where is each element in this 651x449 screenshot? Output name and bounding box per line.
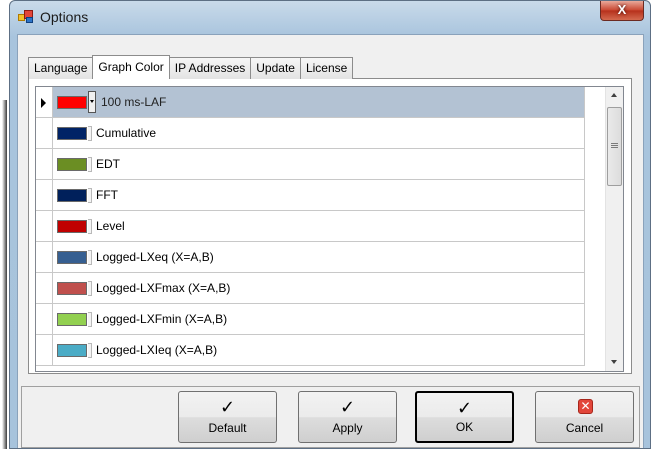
color-swatch[interactable] bbox=[57, 127, 87, 140]
tab-language[interactable]: Language bbox=[28, 57, 94, 79]
grid-row[interactable]: Logged-LXFmax (X=A,B) bbox=[36, 273, 605, 304]
app-icon bbox=[18, 10, 34, 24]
color-swatch[interactable] bbox=[57, 96, 87, 109]
row-label: FFT bbox=[96, 188, 118, 202]
color-dropdown-button[interactable] bbox=[88, 126, 92, 141]
current-row-arrow-icon bbox=[41, 98, 46, 108]
apply-button-label: Apply bbox=[332, 421, 363, 435]
color-swatch[interactable] bbox=[57, 282, 87, 295]
color-swatch[interactable] bbox=[57, 344, 87, 357]
default-button[interactable]: ✓ Default bbox=[178, 391, 277, 443]
grid-row[interactable]: EDT bbox=[36, 149, 605, 180]
tab-license[interactable]: License bbox=[299, 57, 354, 79]
row-header[interactable] bbox=[36, 335, 53, 366]
grid-rows: 100 ms-LAF Cumulative EDT FFT Level Logged-LX… bbox=[36, 87, 605, 371]
color-dropdown-button[interactable] bbox=[88, 250, 92, 265]
ok-button-label: OK bbox=[455, 420, 474, 434]
color-swatch[interactable] bbox=[57, 158, 87, 171]
grid-row[interactable]: Logged-LXeq (X=A,B) bbox=[36, 242, 605, 273]
row-header[interactable] bbox=[36, 242, 53, 273]
ok-button[interactable]: ✓ OK bbox=[415, 391, 514, 443]
row-header[interactable] bbox=[36, 118, 53, 149]
vertical-scrollbar[interactable] bbox=[605, 87, 623, 371]
button-bar: ✓ Default ✓ Apply ✓ OK ✕ Cancel bbox=[21, 386, 640, 448]
row-label: 100 ms-LAF bbox=[101, 95, 167, 109]
row-header[interactable] bbox=[36, 304, 53, 335]
cancel-button[interactable]: ✕ Cancel bbox=[535, 391, 634, 443]
apply-button[interactable]: ✓ Apply bbox=[298, 391, 397, 443]
color-cell[interactable]: Logged-LXeq (X=A,B) bbox=[53, 242, 585, 273]
graph-color-grid: 100 ms-LAF Cumulative EDT FFT Level Logged-LX… bbox=[35, 86, 624, 372]
color-dropdown-button[interactable] bbox=[88, 219, 92, 234]
checkmark-icon: ✓ bbox=[219, 397, 236, 417]
default-button-label: Default bbox=[208, 421, 247, 435]
dialog-client-area: Language Graph Color IP Addresses Update… bbox=[17, 34, 644, 448]
color-cell[interactable]: Logged-LXFmax (X=A,B) bbox=[53, 273, 585, 304]
row-label: Level bbox=[96, 219, 125, 233]
checkmark-icon: ✓ bbox=[456, 398, 473, 418]
grid-row[interactable]: Logged-LXFmin (X=A,B) bbox=[36, 304, 605, 335]
close-icon: X bbox=[617, 2, 627, 17]
row-label: Cumulative bbox=[96, 126, 157, 140]
tab-update[interactable]: Update bbox=[250, 57, 301, 79]
color-cell[interactable]: Logged-LXFmin (X=A,B) bbox=[53, 304, 585, 335]
color-cell[interactable]: Logged-LXIeq (X=A,B) bbox=[53, 335, 585, 366]
color-cell[interactable]: Cumulative bbox=[53, 118, 585, 149]
cancel-icon: ✕ bbox=[578, 399, 593, 414]
grid-row[interactable]: 100 ms-LAF bbox=[36, 87, 605, 118]
grid-row[interactable]: FFT bbox=[36, 180, 605, 211]
cancel-button-label: Cancel bbox=[565, 421, 604, 435]
color-cell[interactable]: Level bbox=[53, 211, 585, 242]
color-dropdown-button[interactable] bbox=[88, 281, 92, 296]
options-window: Options X Language Graph Color IP Addres… bbox=[9, 0, 651, 449]
scroll-thumb[interactable] bbox=[607, 107, 622, 186]
checkmark-icon: ✓ bbox=[339, 397, 356, 417]
tab-ip-addresses[interactable]: IP Addresses bbox=[168, 57, 252, 79]
row-header[interactable] bbox=[36, 273, 53, 304]
row-label: Logged-LXFmax (X=A,B) bbox=[96, 281, 231, 295]
color-cell[interactable]: 100 ms-LAF bbox=[53, 87, 585, 118]
color-dropdown-button[interactable] bbox=[88, 343, 92, 358]
row-header[interactable] bbox=[36, 211, 53, 242]
color-swatch[interactable] bbox=[57, 251, 87, 264]
color-dropdown-button[interactable] bbox=[88, 91, 96, 113]
color-dropdown-button[interactable] bbox=[88, 188, 92, 203]
title-bar[interactable]: Options X bbox=[10, 1, 650, 35]
grid-row[interactable]: Level bbox=[36, 211, 605, 242]
tab-strip: Language Graph Color IP Addresses Update… bbox=[28, 55, 354, 79]
row-label: Logged-LXFmin (X=A,B) bbox=[96, 312, 228, 326]
row-header[interactable] bbox=[36, 180, 53, 211]
window-title: Options bbox=[40, 9, 89, 25]
color-cell[interactable]: EDT bbox=[53, 149, 585, 180]
color-dropdown-button[interactable] bbox=[88, 157, 92, 172]
grid-row[interactable]: Cumulative bbox=[36, 118, 605, 149]
close-button[interactable]: X bbox=[600, 1, 644, 21]
scroll-down-button[interactable] bbox=[606, 354, 623, 371]
color-swatch[interactable] bbox=[57, 189, 87, 202]
color-swatch[interactable] bbox=[57, 313, 87, 326]
grid-row[interactable]: Logged-LXIeq (X=A,B) bbox=[36, 335, 605, 366]
color-swatch[interactable] bbox=[57, 220, 87, 233]
grip-icon bbox=[611, 143, 618, 144]
row-header[interactable] bbox=[36, 87, 53, 118]
row-label: EDT bbox=[96, 157, 120, 171]
desktop-shadow bbox=[2, 100, 7, 449]
row-label: Logged-LXIeq (X=A,B) bbox=[96, 343, 218, 357]
tab-graph-color[interactable]: Graph Color bbox=[92, 55, 170, 79]
row-label: Logged-LXeq (X=A,B) bbox=[96, 250, 214, 264]
scroll-up-button[interactable] bbox=[606, 87, 623, 104]
color-cell[interactable]: FFT bbox=[53, 180, 585, 211]
color-dropdown-button[interactable] bbox=[88, 312, 92, 327]
row-header[interactable] bbox=[36, 149, 53, 180]
